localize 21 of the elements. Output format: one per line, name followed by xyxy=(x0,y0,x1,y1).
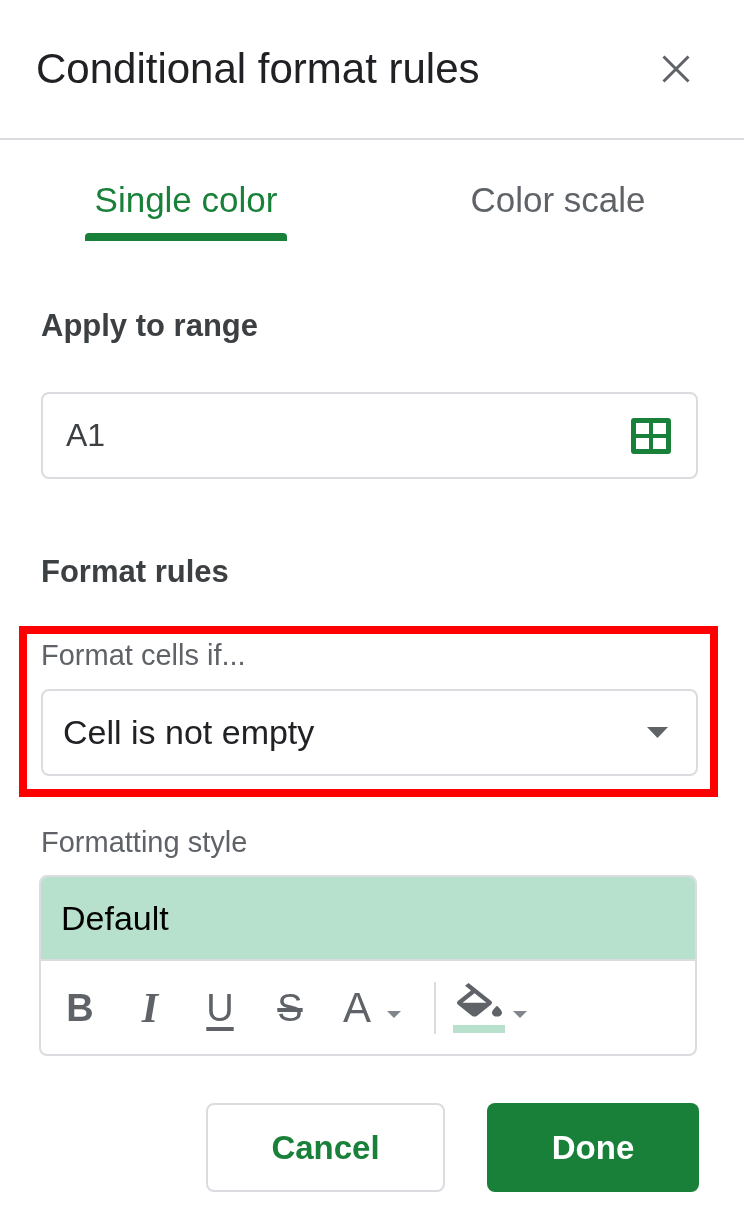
panel-title: Conditional format rules xyxy=(36,45,480,93)
close-icon[interactable] xyxy=(662,55,690,83)
strikethrough-button[interactable]: S xyxy=(255,975,325,1040)
tab[interactable]: Color scale xyxy=(372,140,744,241)
tab[interactable]: Single color xyxy=(0,140,372,241)
paint-bucket-icon xyxy=(456,982,502,1017)
section-heading: Format rules xyxy=(41,553,230,591)
section-heading: Apply to range xyxy=(41,307,259,345)
done-button[interactable]: Done xyxy=(487,1103,699,1192)
bold-button[interactable]: B xyxy=(45,975,115,1040)
style-preview: Default xyxy=(41,877,695,961)
condition-dropdown[interactable]: Cell is not empty xyxy=(41,689,698,776)
field-label: Format cells if... xyxy=(41,638,247,672)
underline-button[interactable]: U xyxy=(185,975,255,1040)
text-color-button[interactable]: A xyxy=(325,975,411,1040)
dropdown-caret-icon xyxy=(647,727,668,738)
range-input[interactable]: A1 xyxy=(41,392,698,479)
grid-icon[interactable] xyxy=(631,417,671,454)
italic-button[interactable]: I xyxy=(115,975,185,1040)
cancel-button[interactable]: Cancel xyxy=(206,1103,445,1192)
field-label: Formatting style xyxy=(41,825,249,859)
